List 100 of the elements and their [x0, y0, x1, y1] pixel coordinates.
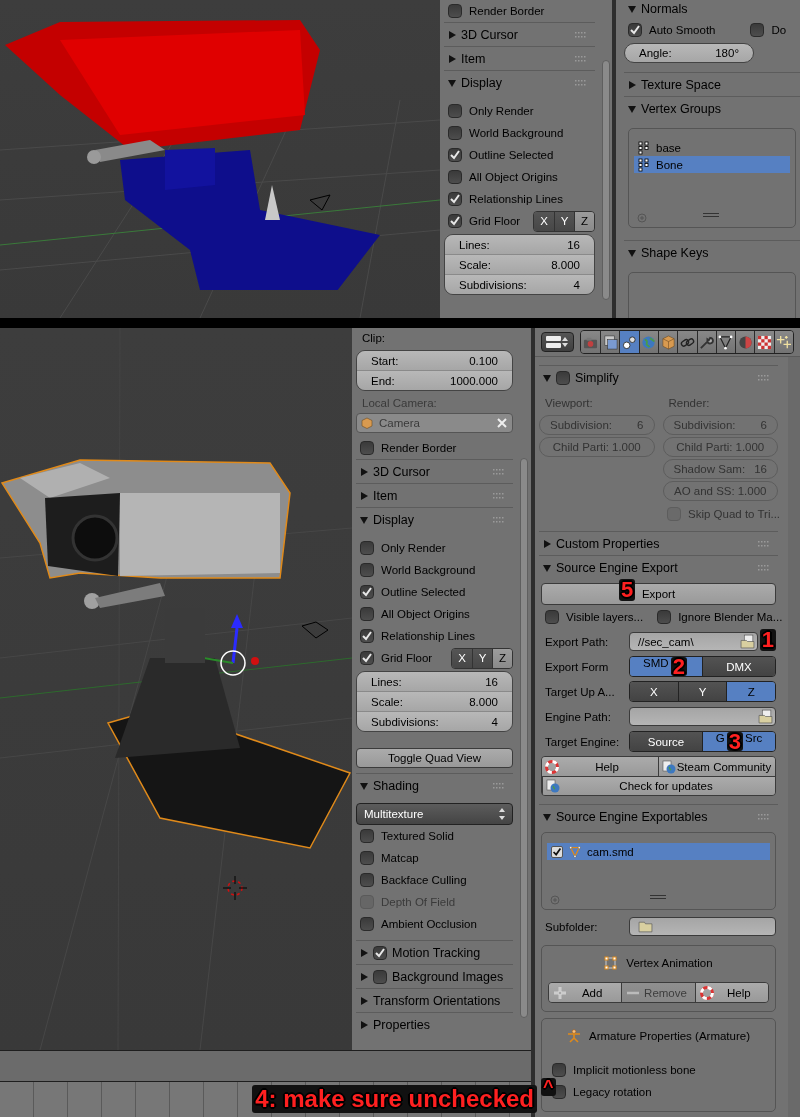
panel-header[interactable]: Motion Tracking [356, 940, 513, 964]
checkbox[interactable] [750, 23, 765, 37]
vertex-animation-button[interactable]: Help [694, 983, 768, 1002]
resize-handle-icon[interactable] [703, 213, 719, 217]
toggle-quad-view-button[interactable]: Toggle Quad View [356, 748, 513, 768]
resize-handle-icon[interactable] [649, 895, 666, 899]
number-field[interactable]: Subdivisions: 4 [357, 711, 512, 731]
checkbox[interactable] [448, 148, 462, 162]
add-icon[interactable] [550, 895, 560, 905]
grip-icon[interactable] [493, 468, 505, 475]
subfolder-field[interactable] [629, 917, 776, 936]
axis-toggle[interactable]: Z [726, 682, 775, 701]
axis-toggle[interactable]: Z [574, 211, 594, 231]
grip-icon[interactable] [758, 813, 770, 820]
checkbox[interactable] [360, 541, 374, 555]
number-field[interactable]: Lines: 16 [445, 235, 594, 254]
panel-header[interactable]: 3D Cursor [444, 22, 595, 46]
properties-tab[interactable] [773, 331, 793, 353]
shading-dropdown[interactable]: Multitexture [356, 803, 513, 825]
checkbox[interactable] [448, 192, 462, 206]
checkbox[interactable] [448, 170, 462, 184]
panel-header[interactable]: Normals [624, 0, 800, 18]
clear-icon[interactable] [496, 417, 508, 429]
checkbox[interactable] [360, 917, 374, 931]
checkbox[interactable] [551, 845, 563, 858]
checkbox[interactable] [448, 104, 462, 118]
panel-header[interactable]: Item [444, 46, 595, 70]
checkbox[interactable] [373, 945, 387, 960]
checkbox[interactable] [360, 607, 374, 621]
list-item[interactable]: Bone [634, 156, 790, 173]
grip-icon[interactable] [758, 374, 770, 381]
checkbox[interactable] [552, 1063, 566, 1077]
export-path-field[interactable]: //sec_cam\ [629, 632, 758, 651]
scrollbar[interactable] [602, 60, 610, 300]
list-item[interactable]: base [634, 139, 790, 156]
checkbox[interactable] [360, 829, 374, 843]
format-toggle[interactable]: DMX [702, 657, 775, 676]
checkbox[interactable] [545, 610, 559, 624]
number-field[interactable]: Scale: 8.000 [357, 691, 512, 711]
file-browser-icon[interactable] [740, 634, 755, 649]
grip-icon[interactable] [493, 516, 505, 523]
engine-path-field[interactable] [629, 707, 776, 726]
axis-toggle[interactable]: Y [677, 682, 727, 701]
panel-header[interactable]: Transform Orientations [356, 988, 513, 1012]
panel-header[interactable]: Display [356, 507, 513, 531]
properties-tab[interactable] [600, 331, 620, 353]
checkbox[interactable] [360, 651, 374, 665]
checkbox[interactable] [360, 873, 374, 887]
checkbox[interactable] [448, 4, 462, 18]
link-button[interactable]: Steam Community [658, 757, 775, 776]
checkbox[interactable] [657, 610, 672, 624]
properties-tab[interactable] [715, 331, 736, 353]
checkbox[interactable] [360, 629, 374, 643]
number-field[interactable]: End: 1000.000 [357, 370, 512, 390]
grip-icon[interactable] [493, 782, 505, 789]
checkbox[interactable] [360, 585, 374, 599]
scrollbar[interactable] [520, 458, 528, 1018]
grip-icon[interactable] [575, 79, 587, 86]
grip-icon[interactable] [758, 564, 770, 571]
file-browser-icon[interactable] [758, 709, 773, 724]
checkbox[interactable] [360, 851, 374, 865]
axis-toggle[interactable]: Y [554, 211, 574, 231]
properties-tab[interactable] [619, 331, 639, 353]
grip-icon[interactable] [493, 492, 505, 499]
checkbox[interactable] [360, 441, 374, 455]
folder-icon[interactable] [638, 919, 653, 934]
number-field[interactable]: Start: 0.100 [357, 351, 512, 370]
editor-type-button[interactable] [541, 332, 574, 352]
grip-icon[interactable] [575, 55, 587, 62]
number-field[interactable]: Angle: 180° [624, 43, 754, 63]
grip-icon[interactable] [575, 31, 587, 38]
panel-header[interactable]: Source Engine Export [539, 555, 778, 579]
axis-toggle[interactable]: X [630, 682, 678, 701]
link-button[interactable]: Help [542, 757, 658, 776]
add-icon[interactable] [637, 213, 647, 223]
panel-header[interactable]: Properties [356, 1012, 513, 1036]
axis-toggle[interactable]: X [452, 648, 472, 668]
check-updates-button[interactable]: Check for updates [542, 776, 775, 795]
checkbox[interactable] [448, 214, 462, 228]
panel-header[interactable]: Display [444, 70, 595, 94]
axis-toggle[interactable]: Y [472, 648, 492, 668]
number-field[interactable]: Lines: 16 [357, 672, 512, 691]
checkbox[interactable] [360, 563, 374, 577]
vertex-animation-button[interactable]: Add [549, 983, 622, 1002]
number-field[interactable]: Subdivisions: 4 [445, 274, 594, 294]
number-field[interactable]: Scale: 8.000 [445, 254, 594, 274]
panel-header[interactable]: Shape Keys [624, 240, 800, 264]
panel-header[interactable]: Texture Space [624, 72, 800, 96]
checkbox[interactable] [448, 126, 462, 140]
list-item[interactable]: cam.smd [547, 843, 770, 860]
panel-header[interactable]: Shading [356, 773, 513, 797]
panel-header[interactable]: 3D Cursor [356, 459, 513, 483]
properties-tab[interactable] [657, 331, 678, 353]
axis-toggle[interactable]: X [534, 211, 554, 231]
properties-tab[interactable] [754, 331, 774, 353]
engine-toggle[interactable]: Source [630, 732, 702, 751]
panel-header[interactable]: Item [356, 483, 513, 507]
grip-icon[interactable] [758, 540, 770, 547]
panel-header[interactable]: Vertex Groups [624, 96, 800, 120]
checkbox[interactable] [628, 23, 642, 37]
